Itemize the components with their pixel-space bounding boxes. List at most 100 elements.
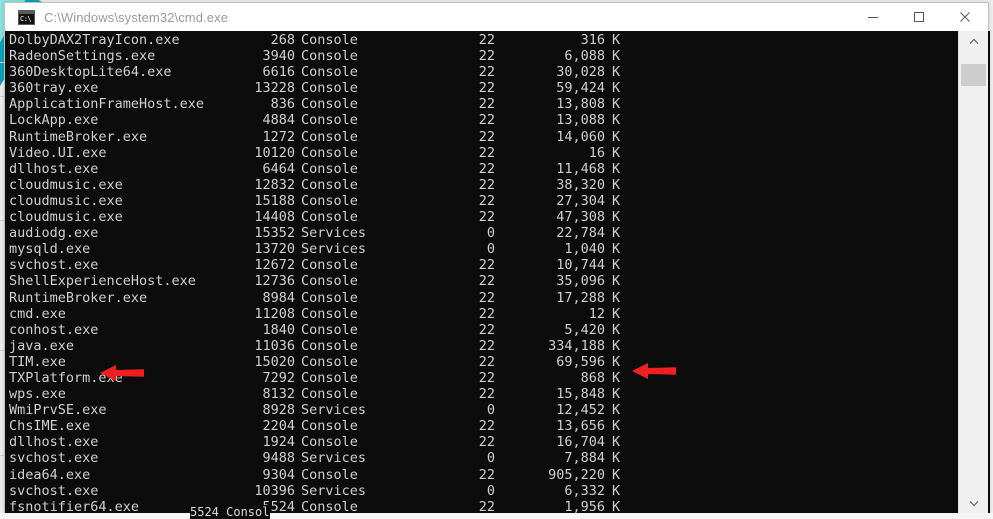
window-title: C:\Windows\system32\cmd.exe: [44, 9, 229, 25]
process-mem: 27,304: [556, 192, 605, 209]
process-unit: K: [612, 466, 621, 483]
process-unit: K: [612, 386, 621, 403]
process-sess-num: 22: [478, 209, 495, 226]
process-name: Video.UI.exe: [9, 144, 107, 161]
process-session: Console: [301, 96, 358, 113]
taskbar-preview-text: 5524 Console: [190, 505, 270, 519]
process-unit: K: [612, 337, 621, 354]
process-session: Console: [301, 434, 358, 451]
process-session: Services: [301, 402, 367, 419]
process-sess-num: 0: [486, 241, 495, 258]
process-name: java.exe: [9, 337, 75, 354]
process-row: svchost.exe 10396 Services 0 6,332 K: [5, 483, 960, 499]
minimize-button[interactable]: [850, 3, 896, 31]
process-session: Console: [301, 144, 358, 161]
process-name: ShellExperienceHost.exe: [9, 273, 196, 290]
process-unit: K: [612, 112, 621, 129]
process-mem: 13,808: [556, 96, 605, 113]
process-mem: 59,424: [556, 80, 605, 97]
maximize-button[interactable]: [896, 3, 942, 31]
process-sess-num: 22: [478, 160, 495, 177]
title-bar[interactable]: C:\ C:\Windows\system32\cmd.exe: [5, 3, 988, 31]
scroll-down-arrow-icon[interactable]: [959, 493, 988, 513]
process-mem: 316: [580, 32, 605, 48]
process-unit: K: [612, 96, 621, 113]
process-mem: 35,096: [556, 273, 605, 290]
process-session: Console: [301, 48, 358, 65]
process-row: WmiPrvSE.exe 8928 Services 0 12,452 K: [5, 402, 960, 418]
process-mem: 38,320: [556, 176, 605, 193]
process-name: svchost.exe: [9, 482, 99, 499]
process-name: audiodg.exe: [9, 225, 99, 242]
process-sess-num: 22: [478, 434, 495, 451]
process-name: LockApp.exe: [9, 112, 99, 129]
close-button[interactable]: [942, 3, 988, 31]
process-row: 360DesktopLite64.exe 6616 Console 22 30,028 K: [5, 64, 960, 80]
process-pid: 13720: [254, 241, 295, 258]
process-name: RuntimeBroker.exe: [9, 289, 148, 306]
process-mem: 15,848: [556, 386, 605, 403]
process-row: wps.exe 8132 Console 22 15,848 K: [5, 386, 960, 402]
process-pid: 1840: [262, 321, 295, 338]
scroll-thumb[interactable]: [961, 64, 986, 86]
process-mem: 22,784: [556, 225, 605, 242]
cmd-icon: C:\: [18, 9, 35, 25]
process-row: RadeonSettings.exe 3940 Console 22 6,088 K: [5, 48, 960, 64]
process-unit: K: [612, 48, 621, 65]
process-pid: 8984: [262, 289, 295, 306]
process-row: ApplicationFrameHost.exe 836 Console 22 13,8…: [5, 96, 960, 112]
process-name: TIM.exe: [9, 353, 66, 370]
process-mem: 13,088: [556, 112, 605, 129]
process-sess-num: 22: [478, 128, 495, 145]
process-sess-num: 0: [486, 482, 495, 499]
process-row: ShellExperienceHost.exe 12736 Console 22 35,…: [5, 273, 960, 289]
process-unit: K: [612, 241, 621, 258]
process-sess-num: 22: [478, 257, 495, 274]
process-unit: K: [612, 353, 621, 370]
process-unit: K: [612, 321, 621, 338]
process-name: cloudmusic.exe: [9, 209, 123, 226]
process-name: conhost.exe: [9, 321, 99, 338]
process-session: Console: [301, 257, 358, 274]
process-row: ChsIME.exe 2204 Console 22 13,656 K: [5, 418, 960, 434]
process-name: RadeonSettings.exe: [9, 48, 156, 65]
process-name: cloudmusic.exe: [9, 192, 123, 209]
process-row: RuntimeBroker.exe 8984 Console 22 17,288 K: [5, 290, 960, 306]
process-unit: K: [612, 498, 621, 513]
scroll-up-arrow-icon[interactable]: [959, 31, 988, 51]
process-sess-num: 22: [478, 418, 495, 435]
console-output-area[interactable]: DolbyDAX2TrayIcon.exe 268 Console 22 316 K Rad…: [5, 31, 990, 513]
process-mem: 334,188: [548, 337, 605, 354]
process-pid: 12832: [254, 176, 295, 193]
process-row: cloudmusic.exe 15188 Console 22 27,304 K: [5, 193, 960, 209]
process-unit: K: [612, 144, 621, 161]
process-name: svchost.exe: [9, 257, 99, 274]
process-pid: 15352: [254, 225, 295, 242]
process-mem: 13,656: [556, 418, 605, 435]
process-sess-num: 22: [478, 144, 495, 161]
process-row: audiodg.exe 15352 Services 0 22,784 K: [5, 225, 960, 241]
process-unit: K: [612, 160, 621, 177]
process-pid: 12672: [254, 257, 295, 274]
process-row: java.exe 11036 Console 22 334,188 K: [5, 338, 960, 354]
taskbar-strip: [0, 513, 993, 519]
process-unit: K: [612, 434, 621, 451]
vertical-scrollbar[interactable]: [958, 31, 988, 513]
process-session: Console: [301, 369, 358, 386]
process-session: Console: [301, 80, 358, 97]
process-row: conhost.exe 1840 Console 22 5,420 K: [5, 322, 960, 338]
process-session: Console: [301, 32, 358, 48]
process-name: fsnotifier64.exe: [9, 498, 140, 513]
process-sess-num: 22: [478, 386, 495, 403]
process-pid: 836: [270, 96, 295, 113]
process-mem: 7,884: [564, 450, 605, 467]
process-unit: K: [612, 450, 621, 467]
process-sess-num: 22: [478, 192, 495, 209]
process-name: cloudmusic.exe: [9, 176, 123, 193]
process-name: 360DesktopLite64.exe: [9, 64, 172, 81]
taskbar-window-preview[interactable]: 5524 Console: [190, 505, 270, 519]
process-mem: 17,288: [556, 289, 605, 306]
process-pid: 11208: [254, 305, 295, 322]
process-session: Console: [301, 192, 358, 209]
process-row: DolbyDAX2TrayIcon.exe 268 Console 22 316 K: [5, 32, 960, 48]
